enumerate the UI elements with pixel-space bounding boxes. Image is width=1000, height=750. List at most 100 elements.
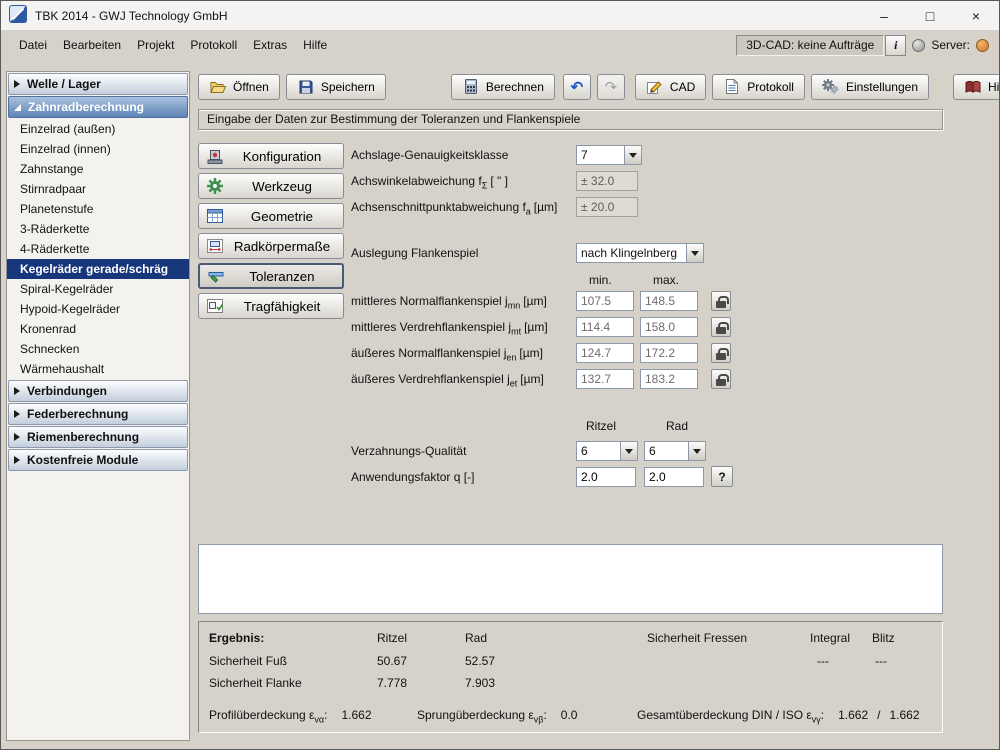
axis-angle-deviation-input: [576, 171, 638, 191]
cad-status-box: 3D-CAD: keine Aufträge: [736, 35, 884, 56]
info-button[interactable]: i: [885, 35, 906, 56]
toolbar: Öffnen Speichern Berechnen ↶ ↷ CAD Proto…: [198, 73, 1000, 100]
jmt-label: mittleres Verdrehflankenspiel jmt[µm]: [351, 320, 548, 336]
window-controls: – □ ×: [861, 1, 999, 30]
application-factor-rad-input[interactable]: [644, 467, 704, 487]
konfiguration-icon: [206, 149, 224, 164]
sidebar-section-verbindungen[interactable]: Verbindungen: [8, 380, 188, 402]
help-button[interactable]: Hilfe: [953, 74, 1000, 100]
open-label: Öffnen: [233, 80, 269, 94]
cad-button[interactable]: CAD: [635, 74, 706, 100]
application-factor-ritzel-input[interactable]: [576, 467, 636, 487]
jmn-lock-button[interactable]: [711, 291, 731, 311]
sidebar-section-kostenfreie-module[interactable]: Kostenfreie Module: [8, 449, 188, 471]
results-col-fressen: Sicherheit Fressen: [647, 631, 747, 645]
quality-ritzel-select[interactable]: 6: [576, 441, 638, 461]
sidebar-item-kegelraeder-gerade-schraeg[interactable]: Kegelräder gerade/schräg: [7, 259, 189, 279]
jen-min-input[interactable]: [576, 343, 634, 363]
maximize-button[interactable]: □: [907, 1, 953, 30]
jet-min-input[interactable]: [576, 369, 634, 389]
jet-lock-button[interactable]: [711, 369, 731, 389]
quality-ritzel-value: 6: [577, 442, 620, 460]
undo-icon: ↶: [571, 78, 584, 96]
sidebar-item-planetenstufe[interactable]: Planetenstufe: [7, 199, 189, 219]
sidebar-item-spiral-kegelraeder[interactable]: Spiral-Kegelräder: [7, 279, 189, 299]
app-logo-icon: [9, 5, 27, 26]
menu-projekt[interactable]: Projekt: [129, 34, 182, 56]
nav-werkzeug-button[interactable]: Werkzeug: [198, 173, 344, 199]
application-factor-label: Anwendungsfaktor q [-]: [351, 470, 474, 484]
protocol-button[interactable]: Protokoll: [712, 74, 805, 100]
nav-geometrie-button[interactable]: Geometrie: [198, 203, 344, 229]
menu-bearbeiten[interactable]: Bearbeiten: [55, 34, 129, 56]
jet-max-input[interactable]: [640, 369, 698, 389]
save-label: Speichern: [321, 80, 375, 94]
undo-button[interactable]: ↶: [563, 74, 591, 100]
jmn-min-input[interactable]: [576, 291, 634, 311]
nav-toleranzen-button[interactable]: Toleranzen: [198, 263, 344, 289]
sidebar-section-federberechnung[interactable]: Federberechnung: [8, 403, 188, 425]
calculator-icon: [462, 79, 480, 94]
nav-button-label: Konfiguration: [228, 149, 336, 164]
minimize-button[interactable]: –: [861, 1, 907, 30]
protocol-label: Protokoll: [747, 80, 794, 94]
chevron-down-icon: [624, 146, 641, 164]
sidebar-item-einzelrad-innen[interactable]: Einzelrad (innen): [7, 139, 189, 159]
jmn-max-input[interactable]: [640, 291, 698, 311]
sidebar-section-zahnradberechnung[interactable]: Zahnradberechnung: [8, 96, 188, 118]
nav-button-label: Werkzeug: [228, 179, 336, 194]
nav-tragfaehigkeit-button[interactable]: Tragfähigkeit: [198, 293, 344, 319]
jen-max-input[interactable]: [640, 343, 698, 363]
jet-label: äußeres Verdrehflankenspiel jet[µm]: [351, 372, 544, 388]
open-button[interactable]: Öffnen: [198, 74, 280, 100]
sidebar-section-welle-lager[interactable]: Welle / Lager: [8, 73, 188, 95]
jmt-min-input[interactable]: [576, 317, 634, 337]
close-button[interactable]: ×: [953, 1, 999, 30]
results-title: Ergebnis:: [209, 631, 264, 645]
sidebar-section-label: Welle / Lager: [27, 77, 101, 91]
application-factor-help-button[interactable]: ?: [711, 466, 733, 487]
help-label: Hilfe: [988, 80, 1000, 94]
sidebar-item-einzelrad-aussen[interactable]: Einzelrad (außen): [7, 119, 189, 139]
calculate-button[interactable]: Berechnen: [451, 74, 555, 100]
cad-status-indicator: [912, 39, 925, 52]
main-content: Öffnen Speichern Berechnen ↶ ↷ CAD Proto…: [194, 59, 999, 749]
sidebar: Welle / Lager Zahnradberechnung Einzelra…: [6, 71, 190, 741]
sidebar-item-4-raederkette[interactable]: 4-Räderkette: [7, 239, 189, 259]
save-button[interactable]: Speichern: [286, 74, 386, 100]
message-area: [198, 544, 943, 614]
sidebar-item-schnecken[interactable]: Schnecken: [7, 339, 189, 359]
jmt-lock-button[interactable]: [711, 317, 731, 337]
sidebar-item-zahnstange[interactable]: Zahnstange: [7, 159, 189, 179]
menu-extras[interactable]: Extras: [245, 34, 295, 56]
settings-button[interactable]: Einstellungen: [811, 74, 929, 100]
chevron-down-icon: [686, 244, 703, 262]
quality-rad-select[interactable]: 6: [644, 441, 706, 461]
chevron-right-icon: [14, 387, 20, 395]
backlash-design-label: Auslegung Flankenspiel: [351, 246, 478, 260]
profile-overlap: Profilüberdeckung εvα:1.662: [209, 708, 372, 724]
accuracy-class-select[interactable]: 7: [576, 145, 642, 165]
sidebar-item-kronenrad[interactable]: Kronenrad: [7, 319, 189, 339]
jen-lock-button[interactable]: [711, 343, 731, 363]
menu-datei[interactable]: Datei: [11, 34, 55, 56]
lock-icon: [716, 353, 726, 360]
sidebar-section-label: Kostenfreie Module: [27, 453, 138, 467]
redo-button: ↷: [597, 74, 625, 100]
safety-flank-label: Sicherheit Flanke: [209, 676, 302, 690]
safety-root-label: Sicherheit Fuß: [209, 654, 287, 668]
menu-protokoll[interactable]: Protokoll: [182, 34, 245, 56]
nav-radkoerpermasse-button[interactable]: Radkörpermaße: [198, 233, 344, 259]
sidebar-item-waermehaushalt[interactable]: Wärmehaushalt: [7, 359, 189, 379]
nav-konfiguration-button[interactable]: Konfiguration: [198, 143, 344, 169]
jmt-max-input[interactable]: [640, 317, 698, 337]
sidebar-item-stirnradpaar[interactable]: Stirnradpaar: [7, 179, 189, 199]
werkzeug-gear-icon: [206, 178, 224, 194]
sidebar-item-3-raederkette[interactable]: 3-Räderkette: [7, 219, 189, 239]
sidebar-section-riemenberechnung[interactable]: Riemenberechnung: [8, 426, 188, 448]
menu-hilfe[interactable]: Hilfe: [295, 34, 335, 56]
nav-button-label: Geometrie: [228, 209, 336, 224]
protocol-document-icon: [723, 79, 741, 94]
sidebar-item-hypoid-kegelraeder[interactable]: Hypoid-Kegelräder: [7, 299, 189, 319]
backlash-design-select[interactable]: nach Klingelnberg: [576, 243, 704, 263]
